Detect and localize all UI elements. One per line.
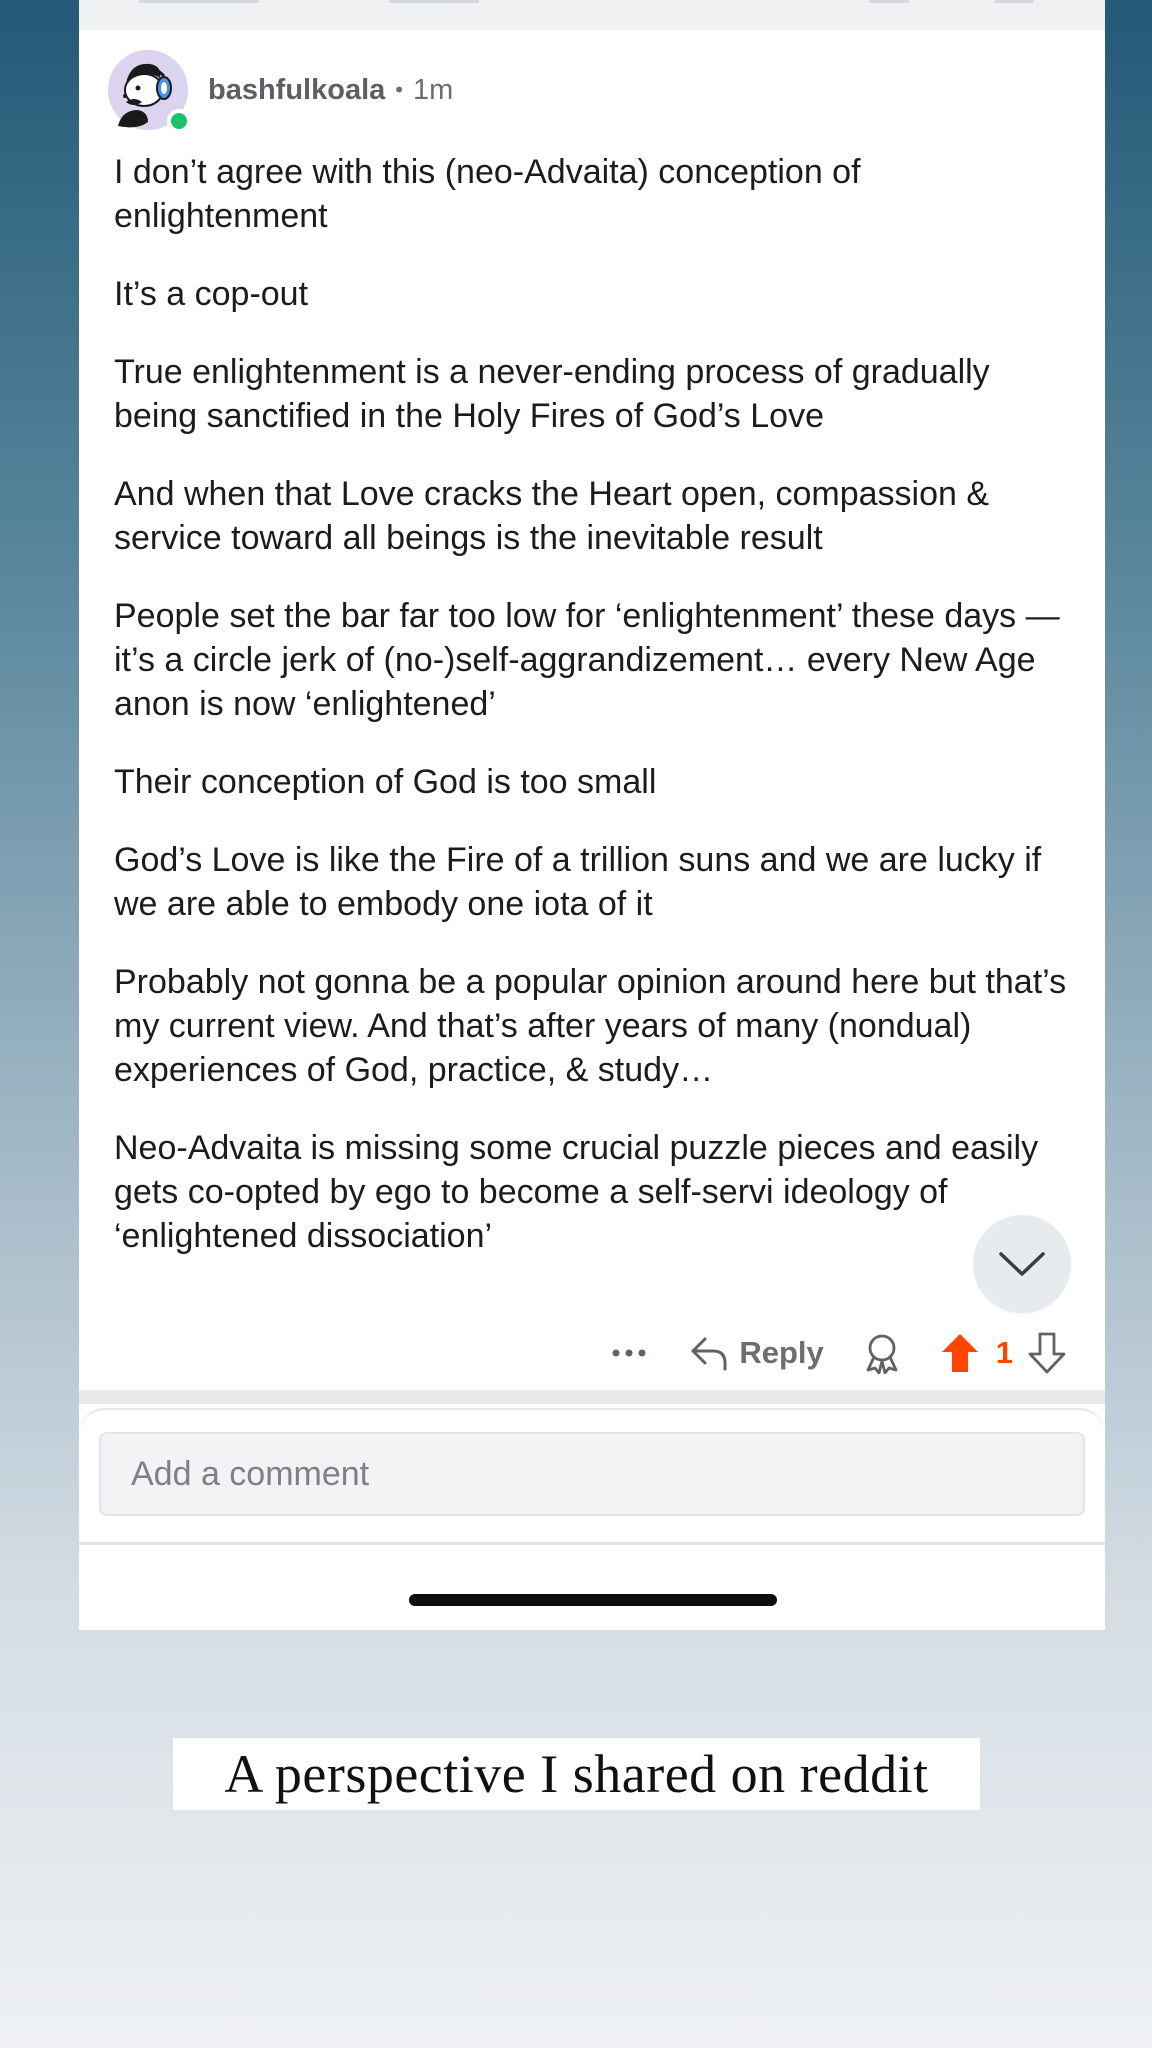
more-dots-icon (612, 1349, 646, 1357)
reply-label: Reply (739, 1335, 824, 1370)
home-indicator[interactable] (409, 1594, 777, 1606)
comment-paragraph: Their conception of God is too small (114, 763, 657, 801)
upvote-icon[interactable] (940, 1332, 980, 1374)
avatar[interactable] (108, 50, 191, 133)
section-divider (79, 1390, 1105, 1404)
award-icon (866, 1334, 898, 1374)
chevron-down-icon (999, 1252, 1045, 1276)
strip-tab-3 (869, 0, 909, 3)
more-options-button[interactable] (611, 1349, 647, 1357)
comment-paragraph: I don’t agree with this (neo-Advaita) co… (114, 153, 861, 235)
strip-tab-2 (389, 0, 479, 3)
reply-button[interactable]: Reply (689, 1335, 824, 1371)
vote-count: 1 (995, 1335, 1013, 1370)
comment-card: bashfulkoala • 1m I don’t agree with thi… (79, 30, 1105, 1390)
comment-paragraph: And when that Love cracks the Heart open… (114, 475, 990, 557)
strip-tab-1 (139, 0, 259, 3)
downvote-icon[interactable] (1027, 1332, 1067, 1374)
panel-divider (79, 1542, 1105, 1545)
vote-controls: 1 (940, 1332, 1067, 1374)
comment-paragraph: True enlightenment is a never-ending pro… (114, 353, 990, 435)
comment-actions: Reply 1 (611, 1320, 1067, 1386)
comment-paragraph: Neo-Advaita is missing some crucial puzz… (114, 1129, 1039, 1255)
top-strip (79, 0, 1105, 30)
comment-body: I don’t agree with this (neo-Advaita) co… (114, 150, 1074, 1258)
reply-arrow-icon (691, 1337, 727, 1371)
comment-paragraph: It’s a cop-out (114, 275, 309, 313)
add-comment-input[interactable]: Add a comment (99, 1432, 1085, 1516)
meta-separator: • (395, 77, 403, 102)
comment-composer-panel: Add a comment (79, 1408, 1105, 1630)
comment-paragraph: People set the bar far too low for ‘enli… (114, 597, 1060, 723)
comment-composer-area: Add a comment (79, 1390, 1105, 1630)
comment-age: 1m (412, 73, 454, 106)
comment-paragraph: God’s Love is like the Fire of a trillio… (114, 841, 1042, 923)
scroll-down-button[interactable] (973, 1215, 1071, 1313)
award-button[interactable] (862, 1332, 902, 1374)
comment-paragraph: Probably not gonna be a popular opinion … (114, 963, 1067, 1089)
comment-header: bashfulkoala • 1m (108, 50, 453, 133)
online-status-dot (167, 109, 191, 133)
strip-tab-4 (994, 0, 1034, 3)
username[interactable]: bashfulkoala (208, 74, 385, 107)
story-caption: A perspective I shared on reddit (173, 1738, 980, 1810)
comment-meta: bashfulkoala • 1m (208, 74, 453, 107)
